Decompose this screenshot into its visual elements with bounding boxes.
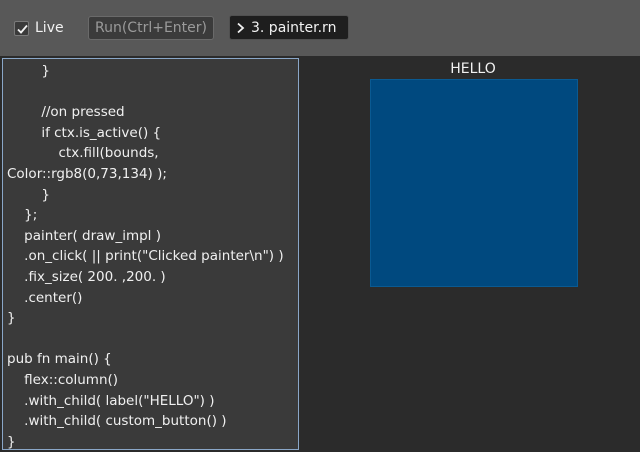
code-line: painter( draw_impl ): [7, 227, 161, 244]
run-button[interactable]: Run(Ctrl+Enter): [88, 16, 214, 40]
code-editor[interactable]: } //on pressed if ctx.is_active() { ctx.…: [2, 58, 299, 450]
code-line: }: [7, 310, 16, 327]
code-line: }: [7, 433, 16, 450]
preview-pane: HELLO: [306, 56, 640, 452]
live-toggle[interactable]: Live: [14, 18, 64, 38]
code-line: pub fn main() {: [7, 351, 112, 368]
code-line: Color::rgb8(0,73,134) );: [7, 165, 167, 182]
chevron-right-icon: [237, 22, 245, 33]
code-line: .fix_size( 200. ,200. ): [7, 268, 166, 285]
code-line: if ctx.is_active() {: [7, 124, 162, 141]
code-line: ctx.fill(bounds,: [7, 145, 159, 162]
code-line: .with_child( custom_button() ): [7, 413, 227, 430]
file-select[interactable]: 3. painter.rn: [229, 15, 349, 40]
live-label: Live: [35, 20, 64, 36]
code-line: }: [7, 186, 50, 203]
code-line: .center(): [7, 289, 83, 306]
checkmark-icon: [17, 24, 28, 34]
toolbar: Live Run(Ctrl+Enter) 3. painter.rn: [0, 0, 640, 56]
live-checkbox[interactable]: [14, 20, 29, 36]
code-line: flex::column(): [7, 371, 119, 388]
code-text[interactable]: } //on pressed if ctx.is_active() { ctx.…: [7, 61, 284, 450]
file-select-value: 3. painter.rn: [251, 19, 337, 36]
hello-label: HELLO: [450, 61, 496, 77]
code-line: };: [7, 207, 38, 224]
code-line: .with_child( label("HELLO") ): [7, 392, 215, 409]
code-line: //on pressed: [7, 104, 125, 121]
code-line: }: [7, 63, 50, 79]
code-line: .on_click( || print("Clicked painter\n")…: [7, 248, 284, 265]
painter-widget[interactable]: [370, 79, 578, 287]
